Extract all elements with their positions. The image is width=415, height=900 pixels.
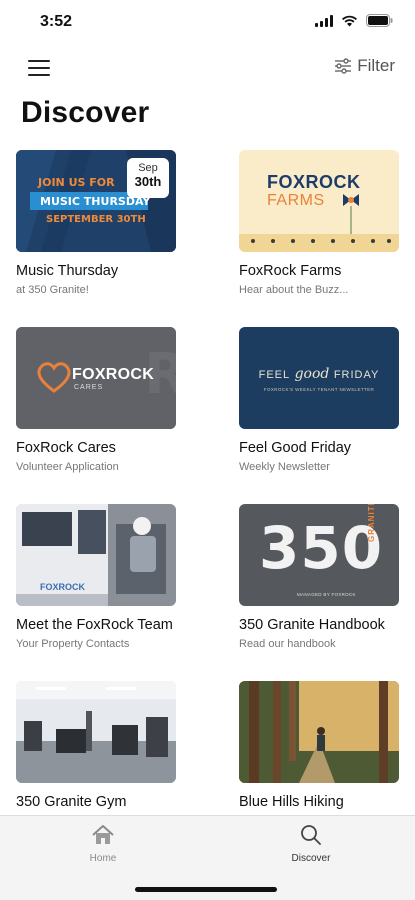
card-blue-hills-hiking[interactable]: Blue Hills Hiking — [239, 681, 401, 812]
battery-icon — [366, 14, 393, 27]
card-title: 350 Granite Handbook — [239, 617, 385, 633]
card-granite-gym[interactable]: 350 Granite Gym — [16, 681, 178, 812]
card-title: 350 Granite Gym — [16, 794, 127, 810]
card-image — [239, 681, 399, 783]
date-badge: Sep 30th — [127, 158, 169, 198]
banner-line-1: JOIN US FOR — [38, 176, 115, 189]
card-foxrock-cares[interactable]: R FOXROCK CARES FoxRock Cares Volunteer … — [16, 327, 178, 474]
fgf-word-1: FEEL — [258, 369, 291, 381]
card-title: FoxRock Cares — [16, 440, 116, 456]
card-subtitle: at 350 Granite! — [16, 284, 89, 296]
tab-home-label: Home — [89, 853, 117, 864]
card-subtitle: Hear about the Buzz... — [239, 284, 349, 296]
card-music-thursday[interactable]: JOIN US FOR MUSIC THURSDAY SEPTEMBER 30T… — [16, 150, 178, 297]
card-title: FoxRock Farms — [239, 263, 342, 279]
cares-brand: FOXROCK — [72, 366, 155, 383]
fgf-word-3: FRIDAY — [333, 369, 380, 381]
home-icon — [92, 825, 114, 844]
card-subtitle: Your Property Contacts — [16, 638, 130, 650]
gym-photo — [16, 681, 176, 783]
tab-home[interactable]: Home — [58, 824, 148, 864]
hamburger-menu-icon[interactable] — [28, 58, 52, 78]
card-image: R FOXROCK CARES — [16, 327, 176, 429]
card-image: JOIN US FOR MUSIC THURSDAY SEPTEMBER 30T… — [16, 150, 176, 252]
card-foxrock-farms[interactable]: FOXROCK FARMS FoxRock Farms Hear about t… — [239, 150, 401, 297]
card-image: FEEL good FRIDAY FOXROCK'S WEEKLY TENANT… — [239, 327, 399, 429]
page-title: Discover — [21, 96, 150, 129]
filter-button[interactable]: Filter — [334, 56, 395, 76]
banner-line-3: SEPTEMBER 30TH — [46, 214, 146, 225]
card-image: 350 GRANITE MANAGED BY FOXROCK — [239, 504, 399, 606]
card-meet-the-team[interactable]: FOXROCK Meet the FoxRock Team Your Prope… — [16, 504, 178, 651]
card-title: Music Thursday — [16, 263, 119, 279]
cares-brand-sub: CARES — [74, 384, 104, 391]
card-image: FOXROCK FARMS — [239, 150, 399, 252]
search-icon — [301, 825, 321, 845]
filter-label: Filter — [357, 56, 395, 75]
farms-brand-sub: FARMS — [267, 192, 325, 209]
home-indicator — [135, 887, 277, 892]
card-image: FOXROCK — [16, 504, 176, 606]
top-bar: Filter — [0, 52, 415, 84]
card-granite-handbook[interactable]: 350 GRANITE MANAGED BY FOXROCK 350 Grani… — [239, 504, 401, 651]
fgf-word-2: good — [294, 366, 330, 382]
farms-brand: FOXROCK — [267, 172, 361, 192]
status-icons — [315, 14, 393, 27]
handbook-number: 350 — [259, 514, 384, 582]
card-subtitle: Volunteer Application — [16, 461, 119, 473]
date-badge-month: Sep — [138, 162, 158, 174]
status-time: 3:52 — [40, 13, 73, 30]
van-lettering: FOXROCK — [40, 582, 85, 592]
card-title: Blue Hills Hiking — [239, 794, 344, 810]
handbook-footer: MANAGED BY FOXROCK — [297, 592, 356, 597]
hiking-photo — [239, 681, 399, 783]
card-title: Meet the FoxRock Team — [16, 617, 173, 633]
tab-discover-label: Discover — [291, 853, 331, 864]
date-badge-day: 30th — [134, 174, 162, 189]
handbook-side-word: GRANITE — [367, 504, 376, 542]
card-subtitle: Weekly Newsletter — [239, 461, 330, 473]
card-subtitle: Read our handbook — [239, 638, 336, 650]
fgf-tagline: FOXROCK'S WEEKLY TENANT NEWSLETTER — [263, 387, 375, 392]
signal-icon — [315, 14, 333, 27]
card-feel-good-friday[interactable]: FEEL good FRIDAY FOXROCK'S WEEKLY TENANT… — [239, 327, 401, 474]
status-bar: 3:52 — [0, 0, 415, 44]
wifi-icon — [342, 15, 357, 26]
card-image — [16, 681, 176, 783]
tab-discover[interactable]: Discover — [266, 824, 356, 864]
sliders-icon — [335, 58, 352, 74]
card-title: Feel Good Friday — [239, 440, 352, 456]
